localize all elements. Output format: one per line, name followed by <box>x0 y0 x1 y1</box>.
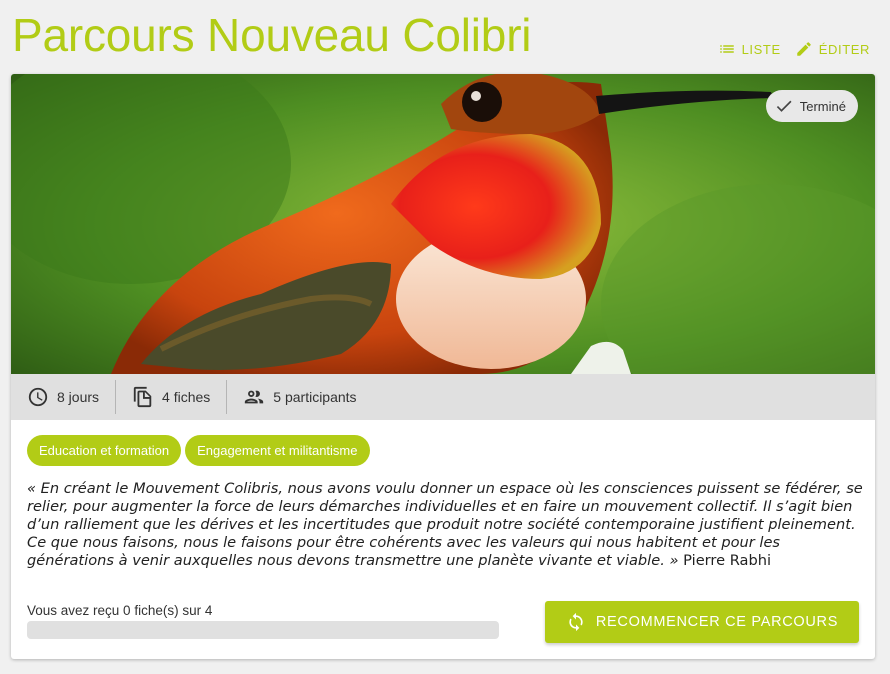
page-title: Parcours Nouveau Colibri <box>12 9 532 61</box>
tag-list: Education et formation Engagement et mil… <box>27 435 370 466</box>
tag-chip[interactable]: Engagement et militantisme <box>185 435 370 466</box>
tag-chip[interactable]: Education et formation <box>27 435 182 466</box>
status-badge: Terminé <box>765 90 858 122</box>
meta-files: 4 fiches <box>116 380 226 414</box>
edit-button[interactable]: ÉDITER <box>795 40 870 58</box>
files-icon <box>133 386 152 408</box>
check-icon <box>776 100 792 112</box>
people-icon <box>245 390 264 404</box>
list-button-label: LISTE <box>741 41 781 57</box>
hummingbird-photo <box>11 74 875 374</box>
meta-bar: 8 jours 4 fiches 5 participants <box>11 374 875 420</box>
meta-files-label: 4 fiches <box>162 389 211 405</box>
course-description: « En créant le Mouvement Colibris, nous … <box>27 480 863 570</box>
progress-bar <box>27 621 499 639</box>
meta-participants-label: 5 participants <box>273 389 357 405</box>
edit-button-label: ÉDITER <box>818 41 870 57</box>
clock-icon <box>28 387 48 407</box>
course-card: Terminé 8 jours 4 fiches 5 participants … <box>11 74 875 659</box>
list-button[interactable]: LISTE <box>718 40 781 58</box>
restart-course-label: RECOMMENCER CE PARCOURS <box>595 614 839 630</box>
sync-icon <box>569 612 583 632</box>
progress-label: Vous avez reçu 0 fiche(s) sur 4 <box>27 603 213 618</box>
meta-duration-label: 8 jours <box>57 389 100 405</box>
top-actions: LISTE ÉDITER <box>718 40 870 58</box>
pencil-icon <box>796 42 811 56</box>
restart-course-button[interactable]: RECOMMENCER CE PARCOURS <box>545 601 859 643</box>
list-icon <box>719 45 734 53</box>
quote-author: Pierre Rabhi <box>683 552 772 569</box>
hero-image: Terminé <box>11 74 875 374</box>
status-label: Terminé <box>799 98 846 114</box>
meta-participants: 5 participants <box>227 380 372 414</box>
meta-duration: 8 jours <box>11 380 115 414</box>
